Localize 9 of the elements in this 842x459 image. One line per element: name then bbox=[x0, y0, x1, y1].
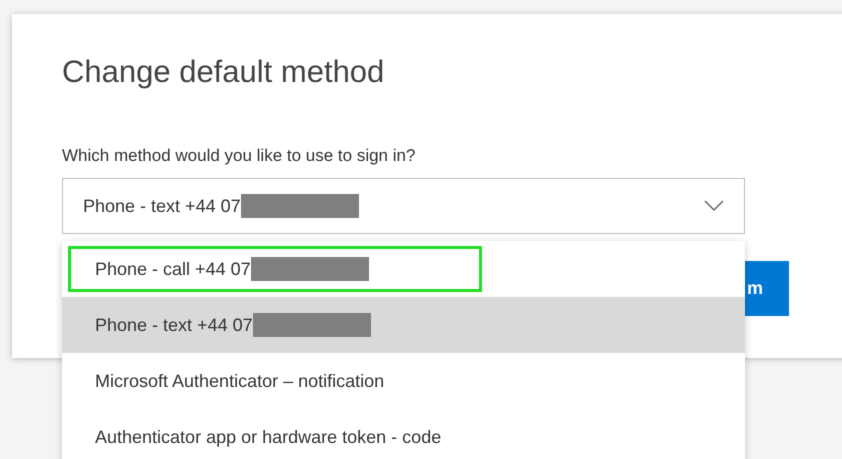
method-option[interactable]: Phone - call +44 07 bbox=[66, 244, 484, 294]
select-value: Phone - text +44 07 bbox=[83, 196, 241, 216]
method-prompt: Which method would you like to use to sign in? bbox=[62, 146, 416, 166]
method-select[interactable]: Phone - text +44 07 bbox=[62, 178, 745, 234]
method-option[interactable]: Phone - text +44 07 bbox=[62, 297, 745, 353]
method-option[interactable]: Authenticator app or hardware token - code bbox=[62, 409, 745, 459]
dialog-title: Change default method bbox=[62, 54, 386, 90]
method-option[interactable]: Microsoft Authenticator – notification bbox=[62, 353, 745, 409]
chevron-down-icon bbox=[704, 200, 724, 212]
